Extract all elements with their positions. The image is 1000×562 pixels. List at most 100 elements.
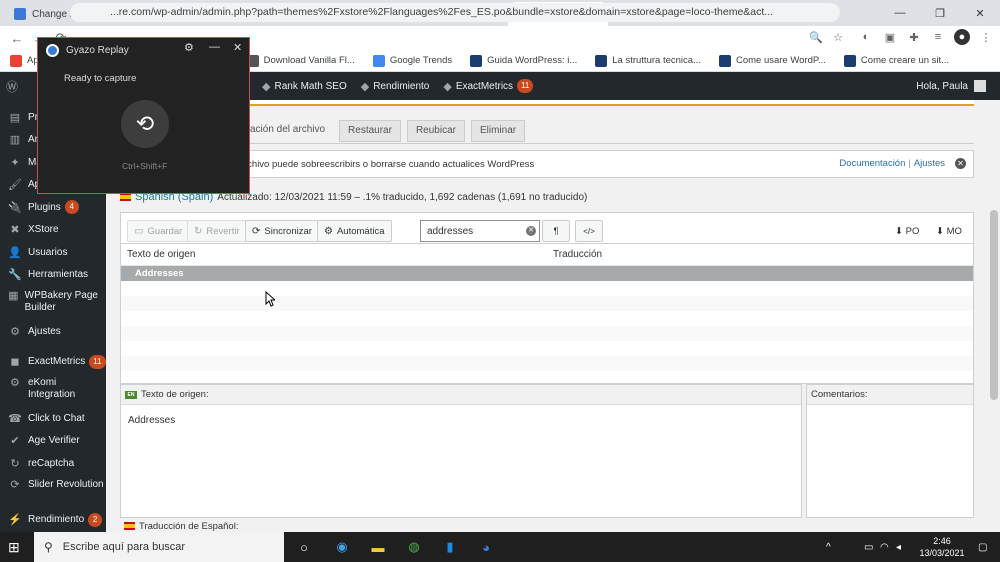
auto-translate-button[interactable]: ⚙ Automática xyxy=(317,220,392,242)
app-icon[interactable]: ▮ xyxy=(440,537,460,557)
sidebar-item[interactable]: ✖ XStore xyxy=(0,219,106,242)
user-greeting[interactable]: Hola, Paula xyxy=(916,72,986,100)
address-bar[interactable]: ...re.com/wp-admin/admin.php?path=themes… xyxy=(70,3,840,22)
gyazo-shortcut: Ctrl+Shift+F xyxy=(122,161,168,171)
chrome-icon[interactable]: ◍ xyxy=(404,537,424,557)
source-text-panel: EN Texto de origen: Addresses xyxy=(120,384,802,518)
battery-icon[interactable]: ▭ xyxy=(864,532,873,562)
bookmark-item[interactable]: Come usare WordP... xyxy=(718,54,826,67)
dismiss-icon[interactable]: ✕ xyxy=(955,158,966,169)
sidebar-item[interactable]: ⚙ eKomi Integration xyxy=(0,373,106,407)
mo-label: MO xyxy=(946,226,962,237)
network-icon[interactable]: ◠ xyxy=(880,532,889,562)
bookmark-label: Google Trends xyxy=(389,55,453,66)
sidebar-item[interactable]: ✔ Age Verifier xyxy=(0,430,106,453)
admin-bar-item[interactable]: ◆ ExactMetrics 11 xyxy=(443,79,534,93)
search-icon: ⚲ xyxy=(44,540,53,554)
windows-start-icon[interactable]: ⊞ xyxy=(8,539,24,555)
record-button[interactable]: ⟲ xyxy=(121,100,169,148)
save-button[interactable]: ▭ Guardar xyxy=(127,220,190,242)
minimize-window-button[interactable]: — xyxy=(880,0,920,26)
minimize-icon[interactable]: — xyxy=(209,41,220,53)
source-column-header[interactable]: Texto de origen xyxy=(121,249,553,260)
restore-window-button[interactable]: ❐ xyxy=(920,0,960,26)
tab-restore[interactable]: Restaurar xyxy=(339,120,401,142)
gyazo-taskbar-icon[interactable]: ◕ xyxy=(476,537,496,557)
bookmark-item[interactable]: Google Trends xyxy=(372,54,453,67)
sidebar-item[interactable]: ⟳ Slider Revolution xyxy=(0,475,106,509)
sidebar-item[interactable]: ↻ reCaptcha xyxy=(0,452,106,475)
edge-icon[interactable]: ◉ xyxy=(332,537,352,557)
bookmark-item[interactable]: Download Vanilla Fl... xyxy=(246,54,355,67)
file-explorer-icon[interactable]: ▬ xyxy=(368,537,388,557)
translation-panel-header: Traducción de Español: xyxy=(120,520,802,532)
profile-avatar[interactable]: ● xyxy=(954,29,970,45)
wordpress-logo-icon[interactable]: Ⓦ xyxy=(6,78,26,95)
users-icon: 👤 xyxy=(8,246,22,259)
tray-chevron-icon[interactable]: ^ xyxy=(826,532,831,562)
sidebar-item[interactable]: ⚙ Ajustes xyxy=(0,320,106,343)
documentation-link[interactable]: Documentación xyxy=(839,158,905,169)
bookmark-star-icon[interactable]: ☆ xyxy=(830,29,846,45)
system-clock[interactable]: 2:46 13/03/2021 xyxy=(912,535,972,559)
sidebar-item-label: Plugins xyxy=(28,201,61,213)
replay-icon: ⟲ xyxy=(135,111,155,136)
taskbar-search[interactable]: ⚲ Escribe aquí para buscar xyxy=(34,532,284,562)
notifications-icon[interactable]: ▢ xyxy=(978,532,987,562)
analytics-icon: ▥ xyxy=(9,134,21,147)
download-po-button[interactable]: ⬇ PO xyxy=(895,226,919,237)
extension-icon[interactable]: ◐ xyxy=(858,29,874,45)
search-input[interactable] xyxy=(420,220,540,242)
translation-column-header[interactable]: Traducción xyxy=(553,249,602,260)
table-row[interactable]: Addresses xyxy=(121,266,973,281)
task-view-icon[interactable]: ○ xyxy=(294,537,314,557)
sync-icon: ⟳ xyxy=(252,225,261,237)
admin-bar-item[interactable]: ◆ Rank Math SEO xyxy=(262,80,347,93)
sidebar-item[interactable]: ◼ ExactMetrics 11 xyxy=(0,351,106,374)
invisibles-button[interactable]: ¶ xyxy=(542,220,570,242)
sidebar-item[interactable]: 🔧 Herramientas xyxy=(0,264,106,287)
sidebar-item-label: Click to Chat xyxy=(28,412,85,424)
count-badge: 11 xyxy=(517,79,534,93)
sidebar-item[interactable]: ▦ WPBakery Page Builder xyxy=(0,286,106,320)
sync-button[interactable]: ⟳ Sincronizar xyxy=(245,220,319,242)
comments-field[interactable] xyxy=(807,405,973,517)
bookmark-label: Come creare un sit... xyxy=(860,55,950,66)
tab-delete[interactable]: Eliminar xyxy=(470,120,526,142)
download-mo-button[interactable]: ⬇ MO xyxy=(936,226,962,237)
admin-bar-item[interactable]: ◆ Rendimiento xyxy=(361,80,430,93)
revert-button[interactable]: ↻ Revertir xyxy=(187,220,247,242)
recaptcha-icon: ↻ xyxy=(10,457,20,470)
volume-icon[interactable]: ◂ xyxy=(896,532,901,562)
sidebar-item[interactable]: 🔌 Plugins 4 xyxy=(0,196,106,219)
bookmark-item[interactable]: La struttura tecnica... xyxy=(595,54,701,67)
sidebar-item[interactable]: ☎ Click to Chat xyxy=(0,407,106,430)
sidebar-item[interactable]: ⚡ Rendimiento 2 xyxy=(0,509,106,532)
scrollbar-thumb[interactable] xyxy=(990,210,998,400)
media-icon[interactable]: ≡ xyxy=(930,29,946,45)
back-icon[interactable]: ← xyxy=(6,31,28,46)
bookmark-item[interactable]: Guida WordPress: i... xyxy=(470,54,577,67)
spain-flag-icon xyxy=(124,522,135,530)
bookmark-item[interactable]: Come creare un sit... xyxy=(843,54,950,67)
zoom-icon[interactable]: 🔍 xyxy=(808,29,824,45)
clear-search-icon[interactable]: ✕ xyxy=(526,226,536,236)
sidebar-item-label: Herramientas xyxy=(28,269,89,281)
performance-icon: ⚡ xyxy=(8,514,22,527)
save-icon: ▭ xyxy=(134,225,144,237)
extension-icon[interactable]: ▣ xyxy=(882,29,898,45)
gear-icon[interactable]: ⚙ xyxy=(184,41,194,54)
menu-icon[interactable]: ⋮ xyxy=(978,29,994,45)
xstore-icon: ✖ xyxy=(10,224,20,237)
close-icon[interactable]: ✕ xyxy=(233,41,242,54)
bookmark-item[interactable]: Ap xyxy=(10,54,39,67)
puzzle-icon[interactable]: ✚ xyxy=(906,29,922,45)
sos-icon xyxy=(470,54,483,67)
code-view-button[interactable]: </> xyxy=(575,220,603,242)
tab-relocate[interactable]: Reubicar xyxy=(406,120,465,142)
close-window-button[interactable]: ✕ xyxy=(960,0,1000,26)
sidebar-item-label: Ajustes xyxy=(28,325,61,337)
plugins-icon: 🔌 xyxy=(8,201,22,214)
settings-link[interactable]: Ajustes xyxy=(914,158,945,169)
sidebar-item[interactable]: 👤 Usuarios xyxy=(0,241,106,264)
